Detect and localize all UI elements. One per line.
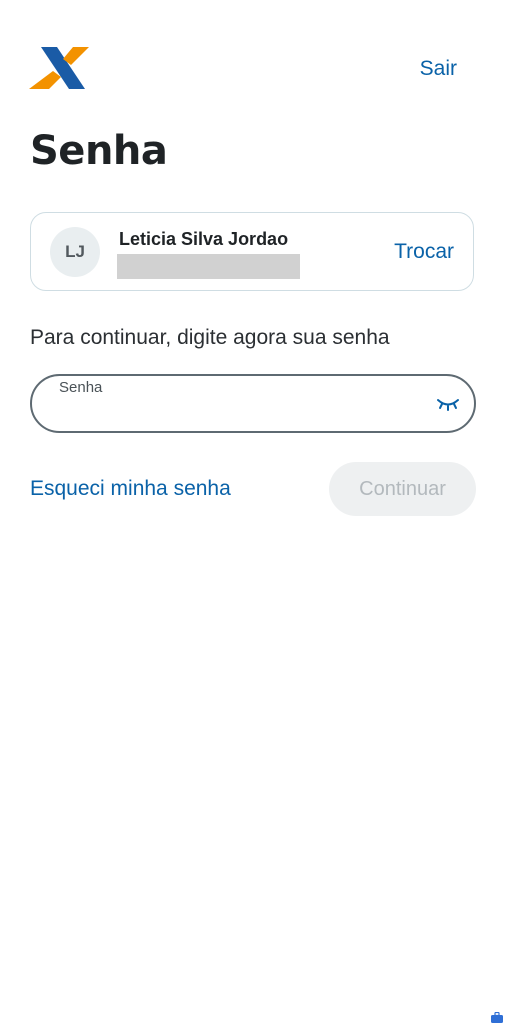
masked-user-id <box>117 254 300 279</box>
instruction-text: Para continuar, digite agora sua senha <box>30 326 390 349</box>
caixa-logo-icon <box>29 47 89 89</box>
logout-link[interactable]: Sair <box>420 57 457 81</box>
page-title: Senha <box>30 128 168 174</box>
eye-closed-icon[interactable] <box>436 395 460 413</box>
avatar: LJ <box>50 227 100 277</box>
password-input[interactable] <box>59 400 419 424</box>
caixa-logo <box>29 47 89 91</box>
password-field[interactable]: Senha <box>30 374 476 433</box>
briefcase-icon <box>491 1010 503 1023</box>
user-name: Leticia Silva Jordao <box>119 229 289 249</box>
continue-button[interactable]: Continuar <box>329 462 476 516</box>
change-user-link[interactable]: Trocar <box>394 240 454 264</box>
password-label: Senha <box>59 379 103 396</box>
user-card: LJ Leticia Silva Jordao Trocar <box>30 212 474 291</box>
forgot-password-link[interactable]: Esqueci minha senha <box>30 477 231 501</box>
